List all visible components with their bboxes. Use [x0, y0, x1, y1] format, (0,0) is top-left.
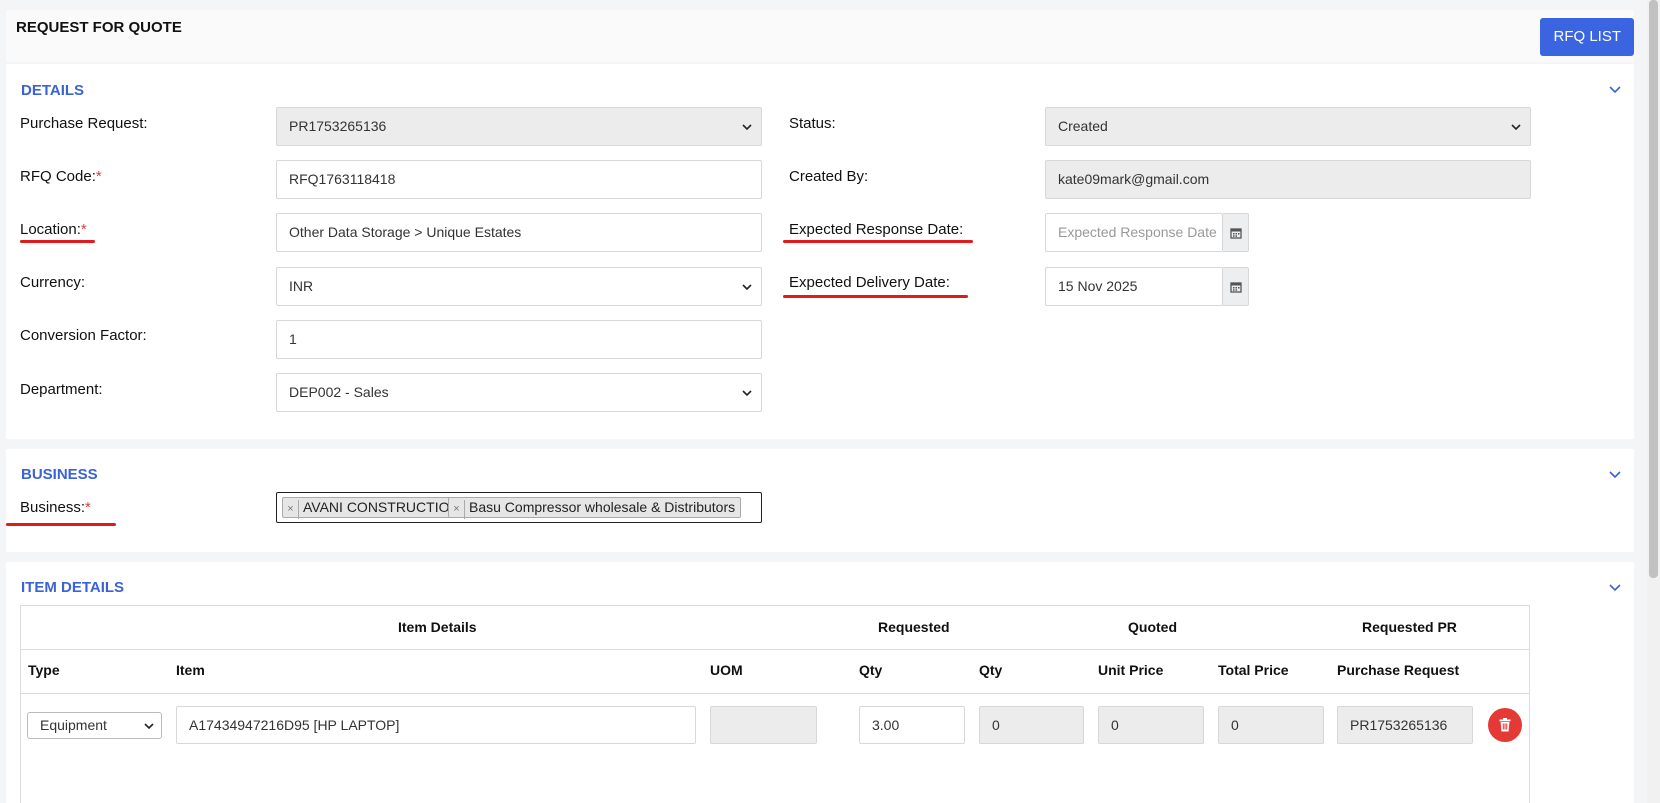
- total-price-field: 0: [1218, 706, 1324, 744]
- annotation-underline: [6, 523, 116, 526]
- calendar-icon: [1230, 282, 1242, 293]
- chevron-down-icon[interactable]: [1608, 581, 1622, 595]
- column-header-total-price: Total Price: [1218, 662, 1289, 678]
- calendar-icon: [1230, 228, 1242, 239]
- column-header-quoted-qty: Qty: [979, 662, 1003, 678]
- uom-field: [710, 706, 817, 744]
- items-table: [20, 605, 1530, 803]
- expected-delivery-calendar-button[interactable]: [1223, 267, 1249, 306]
- table-divider: [20, 649, 1530, 650]
- page-scrollbar[interactable]: [1647, 0, 1660, 803]
- remove-tag-icon[interactable]: ×: [283, 500, 299, 519]
- group-header-quoted: Quoted: [1128, 619, 1177, 635]
- group-header-requested-pr: Requested PR: [1362, 619, 1457, 635]
- business-multiselect[interactable]: × AVANI CONSTRUCTION × Basu Compressor who…: [276, 492, 762, 523]
- rfq-list-button[interactable]: RFQ LIST: [1540, 18, 1634, 56]
- expected-response-date-input[interactable]: Expected Response Date: [1045, 213, 1223, 252]
- status-label: Status:: [789, 115, 836, 132]
- business-section-title[interactable]: BUSINESS: [21, 466, 98, 483]
- purchase-request-select[interactable]: PR1753265136: [276, 107, 762, 146]
- business-card: BUSINESS Business:* × AVANI CONSTRUCTION …: [6, 449, 1634, 552]
- annotation-underline: [20, 240, 95, 243]
- column-header-unit-price: Unit Price: [1098, 662, 1164, 678]
- currency-select[interactable]: INR: [276, 267, 762, 306]
- chevron-down-icon: [144, 723, 154, 730]
- chevron-down-icon: [742, 284, 752, 291]
- business-tag: × AVANI CONSTRUCTION: [282, 497, 466, 519]
- remove-tag-icon[interactable]: ×: [449, 500, 465, 519]
- business-label: Business:*: [20, 499, 91, 516]
- location-input[interactable]: Other Data Storage > Unique Estates: [276, 213, 762, 252]
- department-label: Department:: [20, 381, 103, 398]
- purchase-request-field: PR1753265136: [1337, 706, 1473, 744]
- purchase-request-label: Purchase Request:: [20, 115, 148, 132]
- conversion-factor-input[interactable]: 1: [276, 320, 762, 359]
- details-section-title[interactable]: DETAILS: [21, 82, 84, 99]
- scrollbar-thumb[interactable]: [1649, 0, 1658, 578]
- location-label: Location:*: [20, 221, 87, 238]
- rfq-code-label: RFQ Code:*: [20, 168, 102, 185]
- chevron-down-icon[interactable]: [1608, 83, 1622, 97]
- page-header: REQUEST FOR QUOTE RFQ LIST: [6, 10, 1634, 62]
- expected-delivery-date-input[interactable]: 15 Nov 2025: [1045, 267, 1223, 306]
- delete-row-button[interactable]: [1488, 708, 1522, 742]
- chevron-down-icon: [742, 390, 752, 397]
- trash-icon: [1499, 718, 1511, 732]
- requested-qty-input[interactable]: 3.00: [859, 706, 965, 744]
- unit-price-input[interactable]: 0: [1098, 706, 1204, 744]
- details-card: DETAILS Purchase Request: PR1753265136 R…: [6, 64, 1634, 439]
- column-header-type: Type: [28, 662, 60, 678]
- expected-response-calendar-button[interactable]: [1223, 213, 1249, 252]
- status-select[interactable]: Created: [1045, 107, 1531, 146]
- created-by-label: Created By:: [789, 168, 869, 185]
- item-type-select[interactable]: Equipment: [27, 712, 162, 739]
- column-header-requested-qty: Qty: [859, 662, 883, 678]
- group-header-item-details: Item Details: [398, 619, 477, 635]
- group-header-requested: Requested: [878, 619, 950, 635]
- department-select[interactable]: DEP002 - Sales: [276, 373, 762, 412]
- item-details-section-title[interactable]: ITEM DETAILS: [21, 579, 124, 596]
- annotation-underline: [783, 295, 968, 298]
- quoted-qty-input[interactable]: 0: [979, 706, 1084, 744]
- business-tag: × Basu Compressor wholesale & Distributor…: [448, 497, 742, 519]
- page-title: REQUEST FOR QUOTE: [16, 19, 182, 36]
- annotation-underline: [783, 240, 973, 243]
- expected-delivery-date-label: Expected Delivery Date:: [789, 274, 950, 291]
- column-header-uom: UOM: [710, 662, 743, 678]
- expected-response-date-label: Expected Response Date:: [789, 221, 964, 238]
- currency-label: Currency:: [20, 274, 86, 291]
- chevron-down-icon: [1511, 124, 1521, 131]
- item-input[interactable]: A17434947216D95 [HP LAPTOP]: [176, 706, 696, 744]
- rfq-code-input[interactable]: RFQ1763118418: [276, 160, 762, 199]
- column-header-purchase-request: Purchase Request: [1337, 662, 1460, 678]
- conversion-factor-label: Conversion Factor:: [20, 327, 147, 344]
- table-divider: [20, 693, 1530, 694]
- column-header-item: Item: [176, 662, 205, 678]
- created-by-field: kate09mark@gmail.com: [1045, 160, 1531, 199]
- chevron-down-icon: [742, 124, 752, 131]
- chevron-down-icon[interactable]: [1608, 468, 1622, 482]
